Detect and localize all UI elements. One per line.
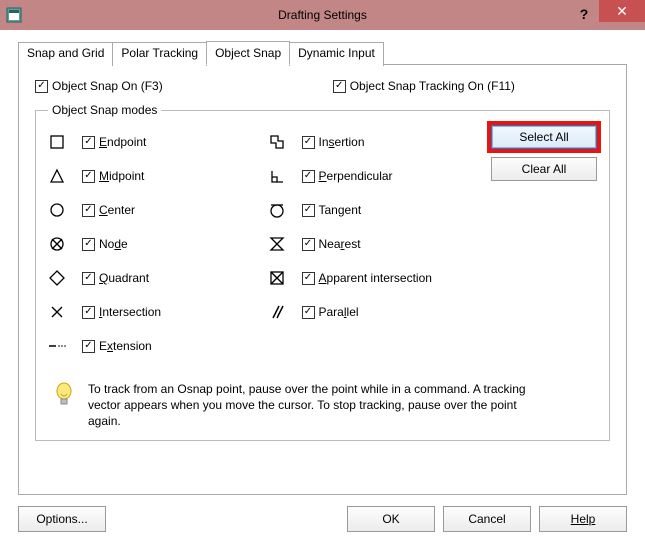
checkbox-tangent[interactable]: ✓ Tangent xyxy=(302,203,362,217)
title-bar: Drafting Settings ? ✕ xyxy=(0,0,645,30)
node-icon xyxy=(48,235,66,253)
checkbox-center[interactable]: ✓ Center xyxy=(82,203,135,217)
check-icon: ✓ xyxy=(82,340,95,353)
close-button[interactable]: ✕ xyxy=(599,0,645,22)
content-area: Snap and Grid Polar Tracking Object Snap… xyxy=(0,30,645,495)
apparent-intersection-icon xyxy=(268,269,286,287)
mode-label: Node xyxy=(99,237,128,251)
check-icon: ✓ xyxy=(333,80,346,93)
checkbox-label: Object Snap Tracking On (F11) xyxy=(350,79,515,93)
clear-all-button[interactable]: Clear All xyxy=(491,157,597,181)
checkbox-node[interactable]: ✓ Node xyxy=(82,237,128,251)
modes-button-column: Select All Clear All xyxy=(487,125,597,363)
check-icon: ✓ xyxy=(302,204,315,217)
mode-label: Apparent intersection xyxy=(319,271,432,285)
tangent-icon xyxy=(268,201,286,219)
check-icon: ✓ xyxy=(302,136,315,149)
mode-label: Intersection xyxy=(99,305,161,319)
check-icon: ✓ xyxy=(82,204,95,217)
help-label: Help xyxy=(571,512,596,526)
check-icon: ✓ xyxy=(82,272,95,285)
modes-column-right: ✓ Insertion ✓ Perpendicular ✓ Tangent ✓ Near… xyxy=(268,125,488,363)
tab-polar-tracking[interactable]: Polar Tracking xyxy=(112,42,207,66)
check-icon: ✓ xyxy=(302,170,315,183)
tab-pane: ✓ Object Snap On (F3) ✓ Object Snap Trac… xyxy=(18,65,627,495)
check-icon: ✓ xyxy=(302,306,315,319)
cancel-button[interactable]: Cancel xyxy=(443,506,531,532)
window: Drafting Settings ? ✕ Snap and Grid Pola… xyxy=(0,0,645,544)
perpendicular-icon xyxy=(268,167,286,185)
mode-label: Nearest xyxy=(319,237,361,251)
lightbulb-icon xyxy=(52,381,76,430)
checkbox-midpoint[interactable]: ✓ Midpoint xyxy=(82,169,144,183)
dialog-button-row: Options... OK Cancel Help xyxy=(18,506,627,532)
check-icon: ✓ xyxy=(82,170,95,183)
tip-row: To track from an Osnap point, pause over… xyxy=(48,381,597,430)
window-title: Drafting Settings xyxy=(278,8,367,22)
mode-label: Insertion xyxy=(319,135,365,149)
check-icon: ✓ xyxy=(82,306,95,319)
mode-label: Tangent xyxy=(319,203,362,217)
mode-label: Midpoint xyxy=(99,169,144,183)
check-icon: ✓ xyxy=(35,80,48,93)
mode-label: Parallel xyxy=(319,305,359,319)
intersection-icon xyxy=(48,303,66,321)
checkbox-parallel[interactable]: ✓ Parallel xyxy=(302,305,359,319)
modes-column-left: ✓ Endpoint ✓ Midpoint ✓ Center ✓ Node ✓ Quadr… xyxy=(48,125,268,363)
select-all-button[interactable]: Select All xyxy=(491,125,597,149)
quadrant-icon xyxy=(48,269,66,287)
help-button[interactable]: Help xyxy=(539,506,627,532)
mode-label: Center xyxy=(99,203,135,217)
group-legend: Object Snap modes xyxy=(48,103,161,117)
check-icon: ✓ xyxy=(302,272,315,285)
checkbox-extension[interactable]: ✓ Extension xyxy=(82,339,152,353)
mode-label: Endpoint xyxy=(99,135,146,149)
tip-text: To track from an Osnap point, pause over… xyxy=(88,381,528,430)
checkbox-label: Object Snap On (F3) xyxy=(52,79,163,93)
check-icon: ✓ xyxy=(82,238,95,251)
help-button[interactable]: ? xyxy=(569,0,599,28)
check-icon: ✓ xyxy=(82,136,95,149)
app-icon xyxy=(6,7,22,23)
extension-icon xyxy=(48,337,66,355)
ok-button[interactable]: OK xyxy=(347,506,435,532)
nearest-icon xyxy=(268,235,286,253)
endpoint-icon xyxy=(48,133,66,151)
midpoint-icon xyxy=(48,167,66,185)
object-snap-modes-group: Object Snap modes ✓ Endpoint ✓ Midpoint ✓ C… xyxy=(35,103,610,441)
checkbox-osnap-tracking-on[interactable]: ✓ Object Snap Tracking On (F11) xyxy=(333,79,515,93)
checkbox-quadrant[interactable]: ✓ Quadrant xyxy=(82,271,149,285)
options-button[interactable]: Options... xyxy=(18,506,106,532)
mode-label: Extension xyxy=(99,339,152,353)
checkbox-osnap-on[interactable]: ✓ Object Snap On (F3) xyxy=(35,79,163,93)
checkbox-endpoint[interactable]: ✓ Endpoint xyxy=(82,135,146,149)
mode-label: Perpendicular xyxy=(319,169,393,183)
check-icon: ✓ xyxy=(302,238,315,251)
checkbox-intersection[interactable]: ✓ Intersection xyxy=(82,305,161,319)
checkbox-apparent-intersection[interactable]: ✓ Apparent intersection xyxy=(302,271,432,285)
center-icon xyxy=(48,201,66,219)
checkbox-insertion[interactable]: ✓ Insertion xyxy=(302,135,365,149)
insertion-icon xyxy=(268,133,286,151)
tab-dynamic-input[interactable]: Dynamic Input xyxy=(289,42,384,66)
mode-label: Quadrant xyxy=(99,271,149,285)
checkbox-perpendicular[interactable]: ✓ Perpendicular xyxy=(302,169,393,183)
tab-strip: Snap and Grid Polar Tracking Object Snap… xyxy=(18,40,627,65)
checkbox-nearest[interactable]: ✓ Nearest xyxy=(302,237,361,251)
tab-object-snap[interactable]: Object Snap xyxy=(206,41,290,65)
tab-snap-and-grid[interactable]: Snap and Grid xyxy=(18,42,113,66)
parallel-icon xyxy=(268,303,286,321)
